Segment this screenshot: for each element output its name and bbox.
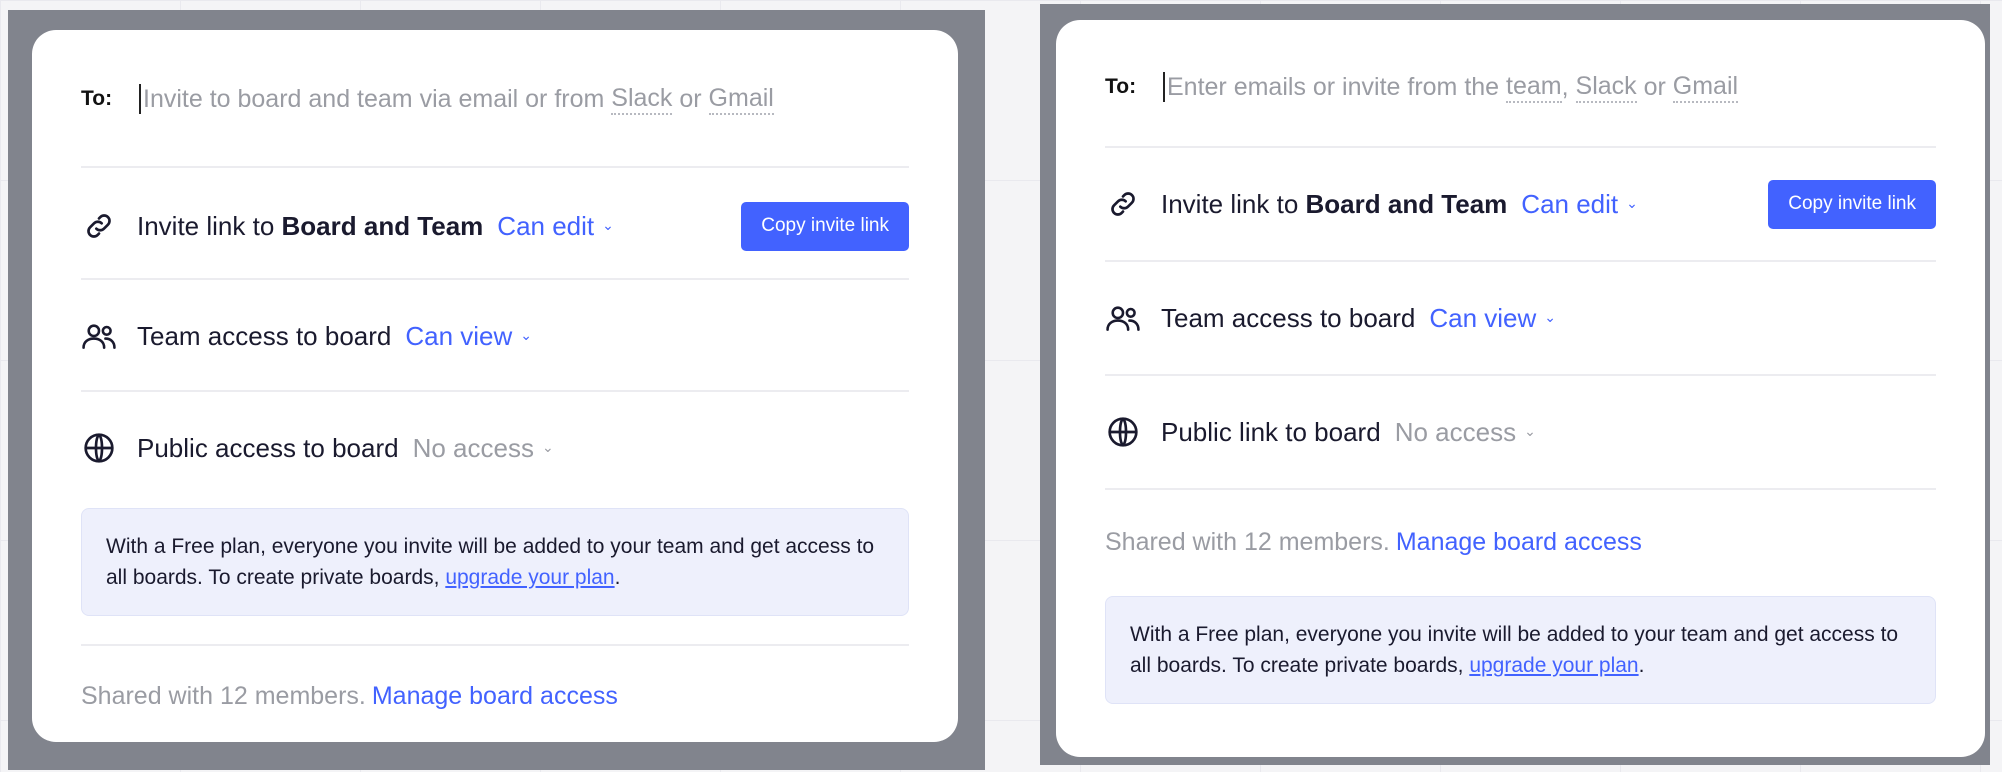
text-caret (139, 84, 141, 114)
public-permission-dropdown[interactable]: No access ⌄ (413, 433, 554, 464)
share-dialog-right: To: Enter emails or invite from the team… (1056, 20, 1985, 757)
gmail-link[interactable]: Gmail (1672, 72, 1739, 103)
upgrade-plan-link[interactable]: upgrade your plan (445, 566, 614, 589)
link-icon (81, 208, 117, 244)
to-label: To: (81, 87, 113, 110)
upgrade-plan-link[interactable]: upgrade your plan (1469, 654, 1638, 677)
team-access-label: Team access to board (1161, 302, 1416, 333)
public-link-label: Public link to board (1161, 416, 1381, 447)
invite-email-input[interactable]: Invite to board and team via email or fr… (139, 84, 909, 115)
team-access-label: Team access to board (137, 320, 392, 351)
team-permission-dropdown[interactable]: Can view ⌄ (1429, 303, 1556, 334)
shared-members: Shared with 12 members. Manage board acce… (81, 682, 618, 710)
share-dialog-left: To: Invite to board and team via email o… (32, 30, 958, 742)
manage-board-access-link[interactable]: Manage board access (1396, 528, 1642, 556)
invite-permission-dropdown[interactable]: Can edit ⌄ (1521, 189, 1638, 220)
invite-permission-dropdown[interactable]: Can edit ⌄ (497, 211, 614, 242)
divider (81, 644, 909, 646)
shared-members: Shared with 12 members. Manage board acce… (1105, 528, 1642, 556)
globe-icon (1105, 414, 1141, 450)
team-link[interactable]: team (1506, 72, 1562, 103)
divider (1105, 488, 1936, 490)
invite-link-row: Invite link to Board and Team Can edit ⌄ … (1105, 148, 1936, 260)
team-icon (1105, 300, 1141, 336)
chevron-down-icon: ⌄ (520, 326, 533, 343)
team-icon (81, 318, 117, 354)
free-plan-notice: With a Free plan, everyone you invite wi… (81, 508, 909, 616)
team-access-row: Team access to board Can view ⌄ (1105, 262, 1936, 374)
public-link-row: Public link to board No access ⌄ (1105, 376, 1936, 488)
to-label: To: (1105, 75, 1137, 98)
copy-invite-link-button[interactable]: Copy invite link (1768, 179, 1936, 229)
public-access-label: Public access to board (137, 432, 399, 463)
chevron-down-icon: ⌄ (1544, 308, 1557, 325)
public-access-row: Public access to board No access ⌄ (81, 392, 909, 504)
to-row: To: Enter emails or invite from the team… (1105, 58, 1936, 116)
placeholder-prefix: Invite to board and team via email or fr… (143, 84, 612, 113)
invite-link-label: Invite link to Board and Team (137, 210, 484, 241)
gmail-link[interactable]: Gmail (708, 84, 774, 115)
link-icon (1105, 186, 1141, 222)
invite-email-input[interactable]: Enter emails or invite from the team , S… (1163, 72, 1936, 103)
slack-link[interactable]: Slack (1575, 72, 1637, 103)
copy-invite-link-button[interactable]: Copy invite link (741, 201, 909, 251)
invite-link-label: Invite link to Board and Team (1161, 188, 1508, 219)
text-caret (1163, 72, 1165, 102)
placeholder-or: or (672, 84, 709, 113)
free-plan-notice: With a Free plan, everyone you invite wi… (1105, 596, 1936, 704)
chevron-down-icon: ⌄ (541, 438, 554, 455)
manage-board-access-link[interactable]: Manage board access (372, 682, 618, 710)
team-permission-dropdown[interactable]: Can view ⌄ (405, 321, 532, 352)
to-row: To: Invite to board and team via email o… (81, 70, 909, 128)
slack-link[interactable]: Slack (611, 84, 673, 115)
right-dialog-backdrop: To: Enter emails or invite from the team… (1040, 4, 1990, 765)
chevron-down-icon: ⌄ (602, 216, 614, 233)
globe-icon (81, 430, 117, 466)
public-permission-dropdown[interactable]: No access ⌄ (1395, 417, 1536, 448)
chevron-down-icon: ⌄ (1524, 422, 1536, 439)
team-access-row: Team access to board Can view ⌄ (81, 280, 909, 392)
left-dialog-backdrop: To: Invite to board and team via email o… (8, 10, 985, 770)
chevron-down-icon: ⌄ (1626, 194, 1638, 211)
